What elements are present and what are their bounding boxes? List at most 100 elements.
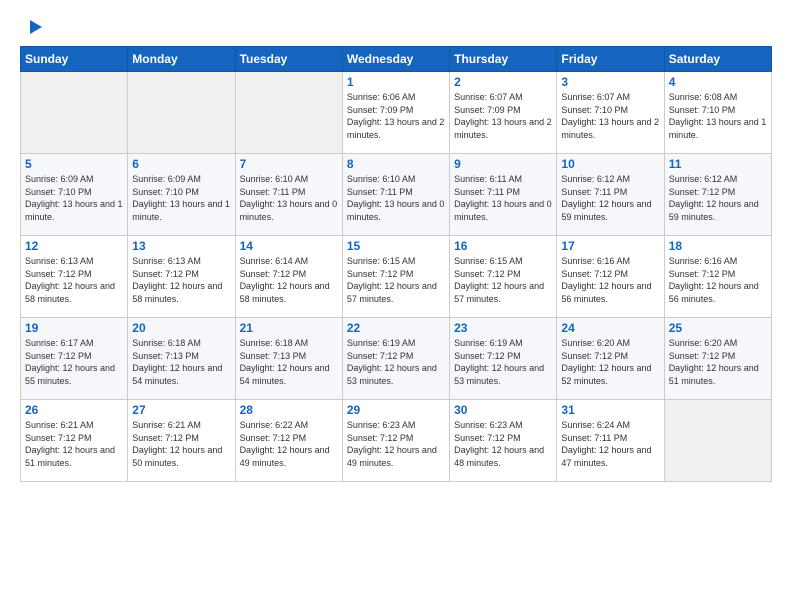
- calendar-cell: 21 Sunrise: 6:18 AM Sunset: 7:13 PM Dayli…: [235, 318, 342, 400]
- calendar-cell: 10 Sunrise: 6:12 AM Sunset: 7:11 PM Dayli…: [557, 154, 664, 236]
- day-info: Sunrise: 6:09 AM Sunset: 7:10 PM Dayligh…: [25, 173, 123, 223]
- day-number: 26: [25, 403, 123, 417]
- calendar-cell: 24 Sunrise: 6:20 AM Sunset: 7:12 PM Dayli…: [557, 318, 664, 400]
- day-number: 9: [454, 157, 552, 171]
- calendar-cell: 28 Sunrise: 6:22 AM Sunset: 7:12 PM Dayli…: [235, 400, 342, 482]
- day-number: 14: [240, 239, 338, 253]
- calendar-cell: 16 Sunrise: 6:15 AM Sunset: 7:12 PM Dayli…: [450, 236, 557, 318]
- calendar-cell: 8 Sunrise: 6:10 AM Sunset: 7:11 PM Daylig…: [342, 154, 449, 236]
- day-header-thursday: Thursday: [450, 47, 557, 72]
- calendar-cell: 1Sunrise: 6:06 AM Sunset: 7:09 PM Daylig…: [342, 72, 449, 154]
- day-number: 30: [454, 403, 552, 417]
- day-info: Sunrise: 6:14 AM Sunset: 7:12 PM Dayligh…: [240, 255, 338, 305]
- day-number: 28: [240, 403, 338, 417]
- calendar-cell: 22 Sunrise: 6:19 AM Sunset: 7:12 PM Dayli…: [342, 318, 449, 400]
- day-number: 7: [240, 157, 338, 171]
- day-header-monday: Monday: [128, 47, 235, 72]
- day-number: 18: [669, 239, 767, 253]
- day-number: 2: [454, 75, 552, 89]
- calendar-table: SundayMondayTuesdayWednesdayThursdayFrid…: [20, 46, 772, 482]
- week-row-5: 26 Sunrise: 6:21 AM Sunset: 7:12 PM Dayli…: [21, 400, 772, 482]
- logo-icon: [22, 16, 44, 38]
- day-info: Sunrise: 6:23 AM Sunset: 7:12 PM Dayligh…: [347, 419, 445, 469]
- calendar-cell: 6 Sunrise: 6:09 AM Sunset: 7:10 PM Daylig…: [128, 154, 235, 236]
- calendar-cell: 7 Sunrise: 6:10 AM Sunset: 7:11 PM Daylig…: [235, 154, 342, 236]
- calendar-cell: [664, 400, 771, 482]
- day-info: Sunrise: 6:09 AM Sunset: 7:10 PM Dayligh…: [132, 173, 230, 223]
- calendar-cell: 13 Sunrise: 6:13 AM Sunset: 7:12 PM Dayli…: [128, 236, 235, 318]
- week-row-3: 12Sunrise: 6:13 AM Sunset: 7:12 PM Dayli…: [21, 236, 772, 318]
- calendar-cell: 27 Sunrise: 6:21 AM Sunset: 7:12 PM Dayli…: [128, 400, 235, 482]
- calendar-cell: 14 Sunrise: 6:14 AM Sunset: 7:12 PM Dayli…: [235, 236, 342, 318]
- day-number: 11: [669, 157, 767, 171]
- day-info: Sunrise: 6:24 AM Sunset: 7:11 PM Dayligh…: [561, 419, 659, 469]
- day-info: Sunrise: 6:08 AM Sunset: 7:10 PM Dayligh…: [669, 91, 767, 141]
- header: [20, 16, 772, 38]
- day-number: 3: [561, 75, 659, 89]
- day-number: 27: [132, 403, 230, 417]
- calendar-cell: 5 Sunrise: 6:09 AM Sunset: 7:10 PM Daylig…: [21, 154, 128, 236]
- day-number: 16: [454, 239, 552, 253]
- day-number: 21: [240, 321, 338, 335]
- calendar-cell: 4 Sunrise: 6:08 AM Sunset: 7:10 PM Daylig…: [664, 72, 771, 154]
- day-info: Sunrise: 6:12 AM Sunset: 7:12 PM Dayligh…: [669, 173, 767, 223]
- day-number: 22: [347, 321, 445, 335]
- day-info: Sunrise: 6:18 AM Sunset: 7:13 PM Dayligh…: [132, 337, 230, 387]
- day-info: Sunrise: 6:21 AM Sunset: 7:12 PM Dayligh…: [132, 419, 230, 469]
- week-row-4: 19 Sunrise: 6:17 AM Sunset: 7:12 PM Dayli…: [21, 318, 772, 400]
- calendar-cell: 18Sunrise: 6:16 AM Sunset: 7:12 PM Dayli…: [664, 236, 771, 318]
- day-info: Sunrise: 6:07 AM Sunset: 7:09 PM Dayligh…: [454, 91, 552, 141]
- day-info: Sunrise: 6:16 AM Sunset: 7:12 PM Dayligh…: [561, 255, 659, 305]
- calendar-cell: 11 Sunrise: 6:12 AM Sunset: 7:12 PM Dayli…: [664, 154, 771, 236]
- day-info: Sunrise: 6:23 AM Sunset: 7:12 PM Dayligh…: [454, 419, 552, 469]
- week-row-1: 1Sunrise: 6:06 AM Sunset: 7:09 PM Daylig…: [21, 72, 772, 154]
- calendar-cell: 30 Sunrise: 6:23 AM Sunset: 7:12 PM Dayli…: [450, 400, 557, 482]
- calendar-cell: 25Sunrise: 6:20 AM Sunset: 7:12 PM Dayli…: [664, 318, 771, 400]
- day-number: 24: [561, 321, 659, 335]
- day-info: Sunrise: 6:20 AM Sunset: 7:12 PM Dayligh…: [561, 337, 659, 387]
- day-header-saturday: Saturday: [664, 47, 771, 72]
- day-number: 8: [347, 157, 445, 171]
- calendar-cell: 3 Sunrise: 6:07 AM Sunset: 7:10 PM Daylig…: [557, 72, 664, 154]
- day-info: Sunrise: 6:22 AM Sunset: 7:12 PM Dayligh…: [240, 419, 338, 469]
- day-info: Sunrise: 6:19 AM Sunset: 7:12 PM Dayligh…: [347, 337, 445, 387]
- day-number: 4: [669, 75, 767, 89]
- day-info: Sunrise: 6:15 AM Sunset: 7:12 PM Dayligh…: [454, 255, 552, 305]
- logo: [20, 16, 44, 38]
- calendar-cell: 31Sunrise: 6:24 AM Sunset: 7:11 PM Dayli…: [557, 400, 664, 482]
- day-info: Sunrise: 6:13 AM Sunset: 7:12 PM Dayligh…: [25, 255, 123, 305]
- day-header-wednesday: Wednesday: [342, 47, 449, 72]
- calendar-cell: 20 Sunrise: 6:18 AM Sunset: 7:13 PM Dayli…: [128, 318, 235, 400]
- day-number: 1: [347, 75, 445, 89]
- calendar-cell: 15Sunrise: 6:15 AM Sunset: 7:12 PM Dayli…: [342, 236, 449, 318]
- day-number: 17: [561, 239, 659, 253]
- week-row-2: 5 Sunrise: 6:09 AM Sunset: 7:10 PM Daylig…: [21, 154, 772, 236]
- day-number: 10: [561, 157, 659, 171]
- day-info: Sunrise: 6:12 AM Sunset: 7:11 PM Dayligh…: [561, 173, 659, 223]
- day-number: 5: [25, 157, 123, 171]
- day-info: Sunrise: 6:11 AM Sunset: 7:11 PM Dayligh…: [454, 173, 552, 223]
- day-number: 15: [347, 239, 445, 253]
- day-info: Sunrise: 6:10 AM Sunset: 7:11 PM Dayligh…: [240, 173, 338, 223]
- day-number: 19: [25, 321, 123, 335]
- day-number: 6: [132, 157, 230, 171]
- calendar-cell: 17 Sunrise: 6:16 AM Sunset: 7:12 PM Dayli…: [557, 236, 664, 318]
- day-info: Sunrise: 6:07 AM Sunset: 7:10 PM Dayligh…: [561, 91, 659, 141]
- day-info: Sunrise: 6:18 AM Sunset: 7:13 PM Dayligh…: [240, 337, 338, 387]
- calendar-cell: [235, 72, 342, 154]
- day-number: 23: [454, 321, 552, 335]
- day-header-sunday: Sunday: [21, 47, 128, 72]
- day-number: 20: [132, 321, 230, 335]
- day-number: 13: [132, 239, 230, 253]
- day-info: Sunrise: 6:17 AM Sunset: 7:12 PM Dayligh…: [25, 337, 123, 387]
- day-info: Sunrise: 6:13 AM Sunset: 7:12 PM Dayligh…: [132, 255, 230, 305]
- calendar-cell: 12Sunrise: 6:13 AM Sunset: 7:12 PM Dayli…: [21, 236, 128, 318]
- day-info: Sunrise: 6:19 AM Sunset: 7:12 PM Dayligh…: [454, 337, 552, 387]
- calendar-cell: 29Sunrise: 6:23 AM Sunset: 7:12 PM Dayli…: [342, 400, 449, 482]
- calendar-cell: 26 Sunrise: 6:21 AM Sunset: 7:12 PM Dayli…: [21, 400, 128, 482]
- day-info: Sunrise: 6:10 AM Sunset: 7:11 PM Dayligh…: [347, 173, 445, 223]
- calendar-cell: 2 Sunrise: 6:07 AM Sunset: 7:09 PM Daylig…: [450, 72, 557, 154]
- day-info: Sunrise: 6:21 AM Sunset: 7:12 PM Dayligh…: [25, 419, 123, 469]
- day-number: 25: [669, 321, 767, 335]
- calendar-cell: 19 Sunrise: 6:17 AM Sunset: 7:12 PM Dayli…: [21, 318, 128, 400]
